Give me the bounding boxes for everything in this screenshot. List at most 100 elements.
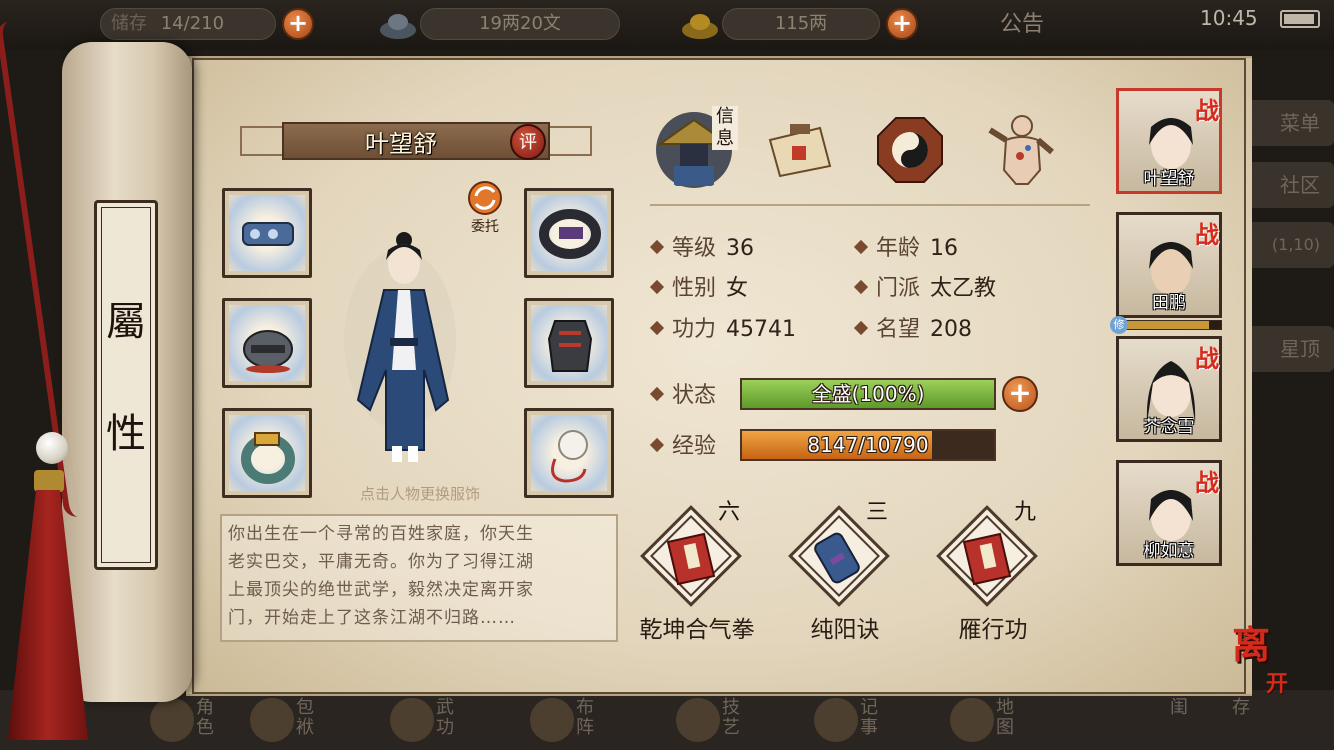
stat-exp-label: 经验 xyxy=(649,428,716,460)
leave-label: 离 xyxy=(1232,622,1271,667)
status-add-button[interactable]: + xyxy=(1002,376,1038,412)
entrust-icon xyxy=(468,181,502,215)
belt-icon xyxy=(539,209,601,259)
battle-badge: 战 xyxy=(1195,220,1219,249)
letter-icon[interactable] xyxy=(760,110,840,190)
nav-save[interactable]: 存 xyxy=(1222,694,1312,746)
equip-slot-armor[interactable] xyxy=(524,298,614,388)
party-member-2[interactable]: 战 田鹏 xyxy=(1116,212,1222,318)
attribute-tab-char-1: 屬 xyxy=(106,299,146,345)
nav-journal[interactable]: 记事 xyxy=(814,694,904,746)
nav-skills[interactable]: 技艺 xyxy=(676,694,766,746)
nav-map[interactable]: 地图 xyxy=(950,694,1040,746)
rate-button[interactable]: 评 xyxy=(510,124,546,160)
skill-level: 九 xyxy=(1014,500,1037,525)
red-book-icon xyxy=(962,532,1012,586)
cultivate-label: 修 xyxy=(1110,316,1128,334)
helmet-icon xyxy=(243,330,293,373)
character-name: 叶望舒 xyxy=(365,130,437,158)
skill-name: 纯阳诀 xyxy=(810,617,880,643)
scroll-icon xyxy=(814,532,860,584)
storage-counter: 储存 14/210 xyxy=(100,8,276,40)
party-member-name: 叶望舒 xyxy=(1143,169,1195,189)
community-button[interactable]: 社区 xyxy=(1244,162,1334,208)
equip-slot-pendant[interactable] xyxy=(524,408,614,498)
equip-slot-belt[interactable] xyxy=(524,188,614,278)
ring-icon xyxy=(241,432,295,484)
silver-ingot-icon xyxy=(380,14,416,39)
equip-slot-gauntlet[interactable] xyxy=(222,188,312,278)
stat-fame: 名望 208 xyxy=(853,311,972,343)
tassel-cap xyxy=(34,470,64,492)
skill-name: 乾坤合气拳 xyxy=(639,617,755,643)
meridian-body-icon[interactable] xyxy=(980,110,1060,190)
status-bar: 全盛(100%) xyxy=(740,378,996,410)
nav-martial[interactable]: 武功 xyxy=(390,694,480,746)
exp-bar: 8147/10790 xyxy=(740,429,996,461)
party-member-1[interactable]: 战 叶望舒 xyxy=(1116,88,1222,194)
skill-slot-3[interactable]: 九 雁行功 xyxy=(918,500,1068,643)
bio-line: 门，开始走上了这条江湖不归路…… xyxy=(228,608,516,628)
gold-add-button[interactable]: + xyxy=(886,8,918,40)
bag-icon xyxy=(250,698,294,742)
journal-icon xyxy=(814,698,858,742)
menu-button[interactable]: 菜单 xyxy=(1244,100,1334,146)
bio-line: 上最顶尖的绝世武学，毅然决定离开家 xyxy=(228,580,534,600)
nav-formation[interactable]: 布阵 xyxy=(530,694,620,746)
party-member-4[interactable]: 战 柳如意 xyxy=(1116,460,1222,566)
character-bio: 你出生在一个寻常的百姓家庭，你天生 老实巴交，平庸无奇。你为了习得江湖 上最顶尖… xyxy=(220,514,618,642)
stat-age: 年龄 16 xyxy=(853,230,958,262)
battery-icon xyxy=(1280,10,1320,28)
equip-slot-ring[interactable] xyxy=(222,408,312,498)
leave-label-2: 开 xyxy=(1266,671,1289,697)
stat-sect: 门派 太乙教 xyxy=(853,270,996,302)
entrust-button[interactable]: 委托 xyxy=(462,178,508,236)
anvil-icon xyxy=(676,698,720,742)
bio-line: 你出生在一个寻常的百姓家庭，你天生 xyxy=(228,524,534,544)
bio-line: 老实巴交，平庸无奇。你为了习得江湖 xyxy=(228,552,534,572)
skill-name: 雁行功 xyxy=(958,617,1028,643)
red-book-icon xyxy=(666,532,716,586)
leave-button[interactable]: 离 开 xyxy=(1232,626,1302,700)
notice-button[interactable]: 公告 xyxy=(1000,6,1044,38)
info-tab-label: 信息 xyxy=(712,106,738,150)
equip-slot-helmet[interactable] xyxy=(222,298,312,388)
skill-slot-2[interactable]: 三 纯阳诀 xyxy=(770,500,920,643)
battle-badge: 战 xyxy=(1195,468,1219,497)
storage-value: 14/210 xyxy=(160,13,225,34)
stat-level: 等级 36 xyxy=(649,230,754,262)
exp-value: 8147/10790 xyxy=(807,433,929,457)
books-icon xyxy=(390,698,434,742)
armor-icon xyxy=(547,320,593,372)
clock: 10:45 xyxy=(1200,6,1258,30)
skill-level: 六 xyxy=(718,500,741,525)
skill-level: 三 xyxy=(866,500,889,525)
silver-counter: 19两20文 xyxy=(420,8,620,40)
panel-divider xyxy=(650,204,1090,206)
location-label: 星顶 xyxy=(1244,326,1334,372)
bagua-icon[interactable] xyxy=(870,110,950,190)
party-member-3[interactable]: 战 芥念雪 xyxy=(1116,336,1222,442)
cultivate-bar xyxy=(1116,320,1222,330)
gauntlet-icon xyxy=(242,222,294,246)
character-avatar[interactable] xyxy=(340,220,460,470)
status-value: 全盛(100%) xyxy=(811,382,925,406)
stat-gender: 性别女 xyxy=(649,270,748,302)
party-member-name: 田鹏 xyxy=(1152,293,1186,313)
attribute-tab-char-2: 性 xyxy=(106,411,146,457)
change-outfit-hint: 点击人物更换服饰 xyxy=(359,485,480,503)
nav-bag[interactable]: 包袱 xyxy=(250,694,340,746)
gold-ingot-icon xyxy=(682,14,718,39)
pearl-pendant-icon xyxy=(551,430,588,483)
bagua-nav-icon xyxy=(530,698,574,742)
party-member-name: 柳如意 xyxy=(1143,541,1195,561)
map-coords: (1,10) xyxy=(1244,222,1334,268)
storage-add-button[interactable]: + xyxy=(282,8,314,40)
battle-badge: 战 xyxy=(1195,96,1219,125)
skill-slot-1[interactable]: 六 乾坤合气拳 xyxy=(622,500,772,643)
party-member-name: 芥念雪 xyxy=(1143,417,1195,437)
attribute-tab[interactable]: 屬 性 xyxy=(94,200,158,570)
role-icon xyxy=(150,698,194,742)
storage-label: 储存 xyxy=(111,13,147,34)
jade-bead-icon xyxy=(36,432,68,464)
